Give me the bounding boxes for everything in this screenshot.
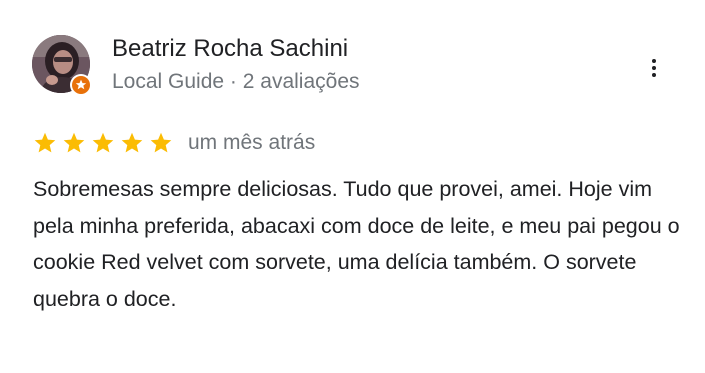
- local-guide-label: Local Guide: [112, 70, 225, 93]
- reviewer-name[interactable]: Beatriz Rocha Sachini: [112, 34, 348, 64]
- star-icon: [92, 132, 114, 153]
- review-date: um mês atrás: [188, 131, 316, 154]
- reviews-count: 2 avaliações: [242, 70, 360, 93]
- local-guide-badge-icon: [70, 74, 92, 96]
- reviewer-meta: Local Guide · 2 avaliações: [112, 68, 360, 96]
- star-icon: [34, 132, 56, 153]
- review-card: Beatriz Rocha Sachini Local Guide · 2 av…: [0, 0, 705, 373]
- star-icon: [150, 132, 172, 153]
- star-icon: [121, 132, 143, 153]
- more-vert-icon: [652, 59, 656, 63]
- reviewer-avatar[interactable]: [32, 35, 92, 96]
- meta-separator: ·: [229, 70, 237, 93]
- rating-row: um mês atrás: [33, 128, 315, 158]
- review-text: Sobremesas sempre deliciosas. Tudo que p…: [33, 177, 680, 311]
- star-rating: [33, 131, 178, 155]
- star-icon: [63, 132, 85, 153]
- more-options-button[interactable]: [640, 52, 668, 84]
